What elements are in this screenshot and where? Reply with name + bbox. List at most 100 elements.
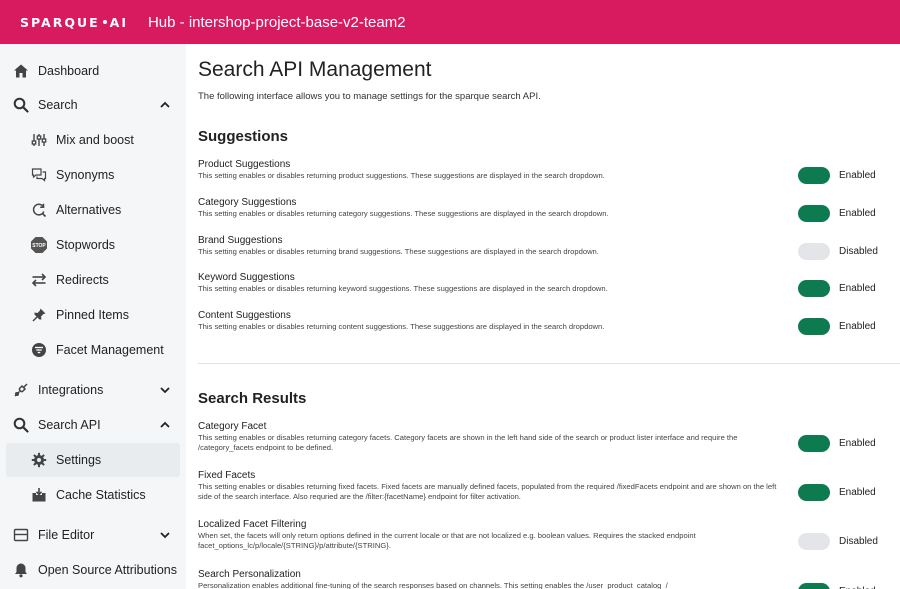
- page-title: Search API Management: [198, 58, 432, 81]
- search-icon: [12, 96, 30, 114]
- sidebar-item-label: Settings: [56, 453, 102, 467]
- toggle-switch[interactable]: [798, 205, 830, 222]
- toggle-switch[interactable]: [798, 533, 830, 550]
- section-divider: [198, 363, 900, 364]
- sparque-logo[interactable]: SPARQUE AI: [20, 15, 128, 30]
- setting-description: This setting enables or disables returni…: [198, 171, 605, 180]
- logo-text: SPARQUE: [20, 14, 100, 30]
- setting-description: This setting enables or disables returni…: [198, 209, 609, 218]
- toggle-state: Enabled: [839, 487, 876, 498]
- main-content: Search API Management The following inte…: [198, 44, 900, 589]
- toggle-switch[interactable]: [798, 167, 830, 184]
- toggle-state: Disabled: [839, 246, 878, 257]
- sidebar-item-file-editor[interactable]: File Editor: [0, 518, 186, 552]
- toggle-state: Enabled: [839, 283, 876, 294]
- chevron-down-icon[interactable]: [158, 383, 172, 397]
- setting-name: Search Personalization: [198, 569, 301, 580]
- top-bar: SPARQUE AI Hub - intershop-project-base-v…: [0, 0, 900, 44]
- sidebar-item-alternatives[interactable]: Alternatives: [0, 193, 186, 227]
- toggle-switch[interactable]: [798, 435, 830, 452]
- chat-bubbles-icon: [30, 166, 48, 184]
- setting-category-suggestions: Category Suggestions This setting enable…: [198, 197, 900, 222]
- setting-keyword-suggestions: Keyword Suggestions This setting enables…: [198, 272, 900, 297]
- sidebar-item-dashboard[interactable]: Dashboard: [0, 54, 186, 88]
- toggle-state: Enabled: [839, 208, 876, 219]
- plug-icon: [12, 381, 30, 399]
- setting-name: Brand Suggestions: [198, 235, 283, 246]
- sidebar-item-label: Search: [38, 98, 78, 112]
- sidebar-item-label: Alternatives: [56, 203, 122, 217]
- sidebar-item-label: Integrations: [38, 383, 104, 397]
- stop-sign-icon: STOP: [30, 236, 48, 254]
- sidebar-item-synonyms[interactable]: Synonyms: [0, 158, 186, 192]
- sidebar-item-label: Open Source Attributions: [38, 563, 177, 577]
- pin-icon: [30, 306, 48, 324]
- sidebar-item-label: Facet Management: [56, 343, 164, 357]
- arrows-exchange-icon: [30, 271, 48, 289]
- setting-localized-facet-filtering: Localized Facet Filtering When set, the …: [198, 519, 900, 551]
- sidebar: Dashboard Search Mix and boost Synonyms …: [0, 44, 186, 589]
- filter-circle-icon: [30, 341, 48, 359]
- setting-name: Keyword Suggestions: [198, 272, 295, 283]
- sidebar-item-stopwords[interactable]: STOP Stopwords: [0, 228, 186, 262]
- setting-description: This setting enables or disables returni…: [198, 322, 605, 331]
- setting-description: Personalization enables additional fine-…: [198, 581, 668, 589]
- toggle-switch[interactable]: [798, 280, 830, 297]
- toggle-switch[interactable]: [798, 484, 830, 501]
- toggle-state: Disabled: [839, 536, 878, 547]
- stop-sign-text: STOP: [32, 243, 46, 249]
- setting-content-suggestions: Content Suggestions This setting enables…: [198, 310, 900, 335]
- toggle-state: Enabled: [839, 321, 876, 332]
- toggle-state: Enabled: [839, 170, 876, 181]
- sidebar-item-label: Search API: [38, 418, 101, 432]
- sidebar-item-integrations[interactable]: Integrations: [0, 373, 186, 407]
- setting-description: This setting enables or disables returni…: [198, 482, 777, 501]
- chevron-down-icon[interactable]: [158, 528, 172, 542]
- toggle-switch[interactable]: [798, 583, 830, 589]
- sidebar-item-settings[interactable]: Settings: [6, 443, 180, 477]
- sidebar-item-label: Redirects: [56, 273, 109, 287]
- setting-fixed-facets: Fixed Facets This setting enables or dis…: [198, 470, 900, 502]
- setting-name: Localized Facet Filtering: [198, 519, 307, 530]
- setting-brand-suggestions: Brand Suggestions This setting enables o…: [198, 235, 900, 260]
- logo-suffix: AI: [109, 14, 128, 30]
- sidebar-item-facet-management[interactable]: Facet Management: [0, 333, 186, 367]
- logo-dot: [102, 20, 107, 24]
- sidebar-item-label: Dashboard: [38, 64, 100, 78]
- setting-name: Category Facet: [198, 421, 267, 432]
- chevron-up-icon[interactable]: [158, 98, 172, 112]
- setting-description: When set, the facets will only return op…: [198, 531, 696, 550]
- sidebar-item-label: Cache Statistics: [56, 488, 146, 502]
- sidebar-item-mix-and-boost[interactable]: Mix and boost: [0, 123, 186, 157]
- setting-description: This setting enables or disables returni…: [198, 247, 599, 256]
- setting-name: Content Suggestions: [198, 310, 291, 321]
- setting-description: This setting enables or disables returni…: [198, 284, 608, 293]
- setting-name: Fixed Facets: [198, 470, 256, 481]
- setting-category-facet: Category Facet This setting enables or d…: [198, 421, 900, 453]
- page-description: The following interface allows you to ma…: [198, 91, 541, 102]
- home-icon: [12, 62, 30, 80]
- chevron-up-icon[interactable]: [158, 418, 172, 432]
- search-icon: [12, 416, 30, 434]
- sidebar-item-redirects[interactable]: Redirects: [0, 263, 186, 297]
- bell-icon: [12, 561, 30, 579]
- sidebar-item-cache-statistics[interactable]: Cache Statistics: [0, 478, 186, 512]
- refresh-search-icon: [30, 201, 48, 219]
- sidebar-item-label: Pinned Items: [56, 308, 129, 322]
- suggestions-title: Suggestions: [198, 128, 289, 145]
- sidebar-item-label: File Editor: [38, 528, 95, 542]
- sidebar-item-search[interactable]: Search: [0, 88, 186, 122]
- gear-icon: [30, 451, 48, 469]
- sidebar-item-search-api[interactable]: Search API: [0, 408, 186, 442]
- search-results-title: Search Results: [198, 390, 307, 407]
- sidebar-item-open-source-attributions[interactable]: Open Source Attributions: [0, 553, 186, 587]
- setting-description: This setting enables or disables returni…: [198, 433, 738, 452]
- toggle-switch[interactable]: [798, 243, 830, 260]
- window-icon: [12, 526, 30, 544]
- sidebar-item-label: Mix and boost: [56, 133, 134, 147]
- setting-search-personalization: Search Personalization Personalization e…: [198, 569, 900, 589]
- sidebar-item-pinned-items[interactable]: Pinned Items: [0, 298, 186, 332]
- toggle-switch[interactable]: [798, 318, 830, 335]
- sidebar-item-label: Stopwords: [56, 238, 116, 252]
- sidebar-item-label: Synonyms: [56, 168, 115, 182]
